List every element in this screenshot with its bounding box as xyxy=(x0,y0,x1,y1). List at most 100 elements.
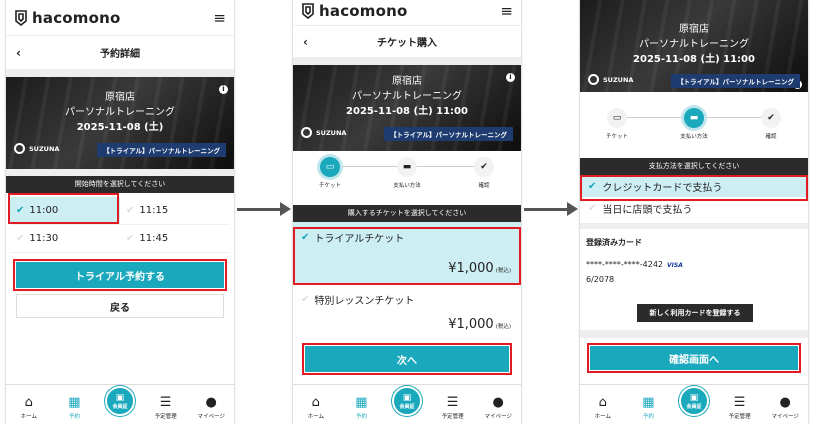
check-icon: ✔ xyxy=(761,108,781,128)
tab-schedule[interactable]: ☰ 予定管理 xyxy=(722,395,758,421)
confirm-screen-button[interactable]: 確認画面へ xyxy=(590,346,798,370)
calendar-icon: ▦ xyxy=(642,395,655,410)
home-icon: ⌂ xyxy=(598,395,607,410)
ticket-prompt: 購入するチケットを選択してください xyxy=(293,205,521,222)
brand-name: hacomono xyxy=(32,8,121,27)
brand-name: hacomono xyxy=(319,2,408,20)
trainer-name: SUZUNA xyxy=(29,144,60,153)
card-expiry: 6/2078 xyxy=(586,275,615,284)
qr-code-icon: ▣ xyxy=(689,392,699,403)
payment-option[interactable]: ✔ クレジットカードで支払う xyxy=(580,175,808,197)
next-button[interactable]: 次へ xyxy=(305,346,509,372)
flow-arrow-1 xyxy=(237,202,291,216)
check-icon: ✔ xyxy=(588,180,597,192)
hacomono-logo-icon xyxy=(302,3,314,19)
payment-prompt: 支払方法を選択してください xyxy=(580,158,808,175)
ticket-price: ¥1,000 (税込) xyxy=(448,317,511,332)
credit-card-icon: ▬ xyxy=(397,157,417,177)
check-icon: ✔ xyxy=(301,294,310,305)
page-title: チケット購入 xyxy=(377,38,437,49)
screen-payment-method: i 原宿店 パーソナルトレーニング 2025-11-08 (土) 11:00 S… xyxy=(580,0,808,424)
time-slot[interactable]: ✔ 11:15 xyxy=(120,197,230,225)
lesson-datetime: 2025-11-08 (土) 11:00 xyxy=(346,106,468,117)
page-titlebar: ‹ チケット購入 xyxy=(293,26,521,58)
time-slot-grid: ✔ 11:00 ✔ 11:15 ✔ 11:30 ✔ 11:45 xyxy=(6,193,234,257)
user-icon: ● xyxy=(205,395,217,410)
trainer-avatar xyxy=(14,143,25,154)
home-icon: ⌂ xyxy=(24,395,33,410)
hamburger-menu-icon[interactable]: ≡ xyxy=(500,2,513,20)
ticket-price: ¥1,000 (税込) xyxy=(448,261,511,276)
tab-reserve[interactable]: ▦ 予約 xyxy=(630,395,666,421)
user-icon: ● xyxy=(779,395,791,410)
hamburger-menu-icon[interactable]: ≡ xyxy=(213,9,226,27)
bottom-tab-bar: ⌂ ホーム ▦ 予約 ▣ 会員証 ☰ 予定管理 ● マイページ xyxy=(6,384,234,424)
back-chevron-icon[interactable]: ‹ xyxy=(16,46,21,60)
home-icon: ⌂ xyxy=(311,395,320,410)
tab-home[interactable]: ⌂ ホーム xyxy=(585,395,621,421)
lesson-date: 2025-11-08 (土) xyxy=(76,122,164,133)
ticket-option[interactable]: ✔ 特別レッスンチケット ¥1,000 (税込) xyxy=(293,284,521,340)
screen-ticket-purchase: hacomono ≡ ‹ チケット購入 i 原宿店 パーソナルトレーニング 20… xyxy=(293,0,521,424)
tab-home[interactable]: ⌂ ホーム xyxy=(11,395,47,421)
tab-member-card[interactable]: ▣ 会員証 xyxy=(676,386,712,416)
saved-card[interactable]: ****-****-****-4242 VISA 6/2078 xyxy=(580,254,808,291)
ticket-option[interactable]: ✔ トライアルチケット ¥1,000 (税込) xyxy=(293,222,521,284)
list-icon: ☰ xyxy=(446,395,459,410)
program-tag: 【トライアル】パーソナルトレーニング xyxy=(384,127,513,141)
app-header: hacomono ≡ xyxy=(6,0,234,36)
page-title: 予約詳細 xyxy=(100,49,140,60)
time-slot[interactable]: ✔ 11:45 xyxy=(120,225,230,253)
back-chevron-icon[interactable]: ‹ xyxy=(303,35,308,49)
brand-logo[interactable]: hacomono xyxy=(14,9,121,27)
trainer-info: SUZUNA xyxy=(301,127,346,138)
trainer-info: SUZUNA xyxy=(14,143,59,154)
brand-logo[interactable]: hacomono xyxy=(301,2,408,20)
ticket-icon: ▭ xyxy=(607,108,627,128)
step-payment: ▬ 支払い方法 xyxy=(392,157,422,199)
step-confirm: ✔ 確認 xyxy=(756,108,786,152)
trainer-name: SUZUNA xyxy=(316,128,347,137)
add-card-button[interactable]: 新しく利用カードを登録する xyxy=(637,304,753,322)
hacomono-logo-icon xyxy=(15,9,27,26)
program-name: パーソナルトレーニング xyxy=(639,39,749,50)
page-titlebar: ‹ 予約詳細 xyxy=(6,36,234,70)
tab-reserve[interactable]: ▦ 予約 xyxy=(343,395,379,421)
progress-steps: ▭ チケット ▬ 支払い方法 ✔ 確認 xyxy=(293,151,521,199)
store-name: 原宿店 xyxy=(392,76,422,87)
lesson-datetime: 2025-11-08 (土) 11:00 xyxy=(633,54,755,65)
program-name: パーソナルトレーニング xyxy=(65,107,175,118)
visa-icon: VISA xyxy=(667,262,683,269)
time-slot[interactable]: ✔ 11:30 xyxy=(10,225,120,253)
check-icon: ✔ xyxy=(474,157,494,177)
list-icon: ☰ xyxy=(733,395,746,410)
bottom-tab-bar: ⌂ ホーム ▦ 予約 ▣ 会員証 ☰ 予定管理 ● マイページ xyxy=(293,384,521,424)
ticket-name: トライアルチケット xyxy=(314,234,405,245)
tab-reserve[interactable]: ▦ 予約 xyxy=(56,396,92,421)
back-button[interactable]: 戻る xyxy=(16,294,224,318)
trial-reserve-button[interactable]: トライアル予約する xyxy=(16,262,224,288)
app-header: hacomono ≡ xyxy=(293,0,521,26)
step-ticket: ▭ チケット xyxy=(602,108,632,152)
list-icon: ☰ xyxy=(159,395,172,410)
calendar-icon: ▦ xyxy=(355,395,368,410)
payment-option[interactable]: ✔ 当日に店頭で支払う xyxy=(580,197,808,219)
tab-mypage[interactable]: ● マイページ xyxy=(193,395,229,421)
bottom-tab-bar: ⌂ ホーム ▦ 予約 ▣ 会員証 ☰ 予定管理 ● マイページ xyxy=(580,384,808,424)
lesson-banner: i 原宿店 パーソナルトレーニング 2025-11-08 (土) 11:00 S… xyxy=(580,0,808,92)
tab-mypage[interactable]: ● マイページ xyxy=(767,395,803,421)
tab-mypage[interactable]: ● マイページ xyxy=(480,396,516,421)
card-number: ****-****-****-4242 xyxy=(586,260,664,269)
progress-steps: ▭ チケット ▬ 支払い方法 ✔ 確認 xyxy=(580,92,808,152)
tab-member-card[interactable]: ▣ 会員証 xyxy=(389,386,425,416)
qr-code-icon: ▣ xyxy=(402,392,412,403)
tab-home[interactable]: ⌂ ホーム xyxy=(298,395,334,421)
ticket-name: 特別レッスンチケット xyxy=(314,296,415,307)
check-icon: ✔ xyxy=(126,233,135,244)
tab-schedule[interactable]: ☰ 予定管理 xyxy=(148,395,184,421)
step-confirm: ✔ 確認 xyxy=(469,157,499,199)
check-icon: ✔ xyxy=(588,202,597,214)
tab-member-card[interactable]: ▣ 会員証 xyxy=(102,386,138,416)
time-slot[interactable]: ✔ 11:00 xyxy=(10,197,120,225)
tab-schedule[interactable]: ☰ 予定管理 xyxy=(435,395,471,421)
